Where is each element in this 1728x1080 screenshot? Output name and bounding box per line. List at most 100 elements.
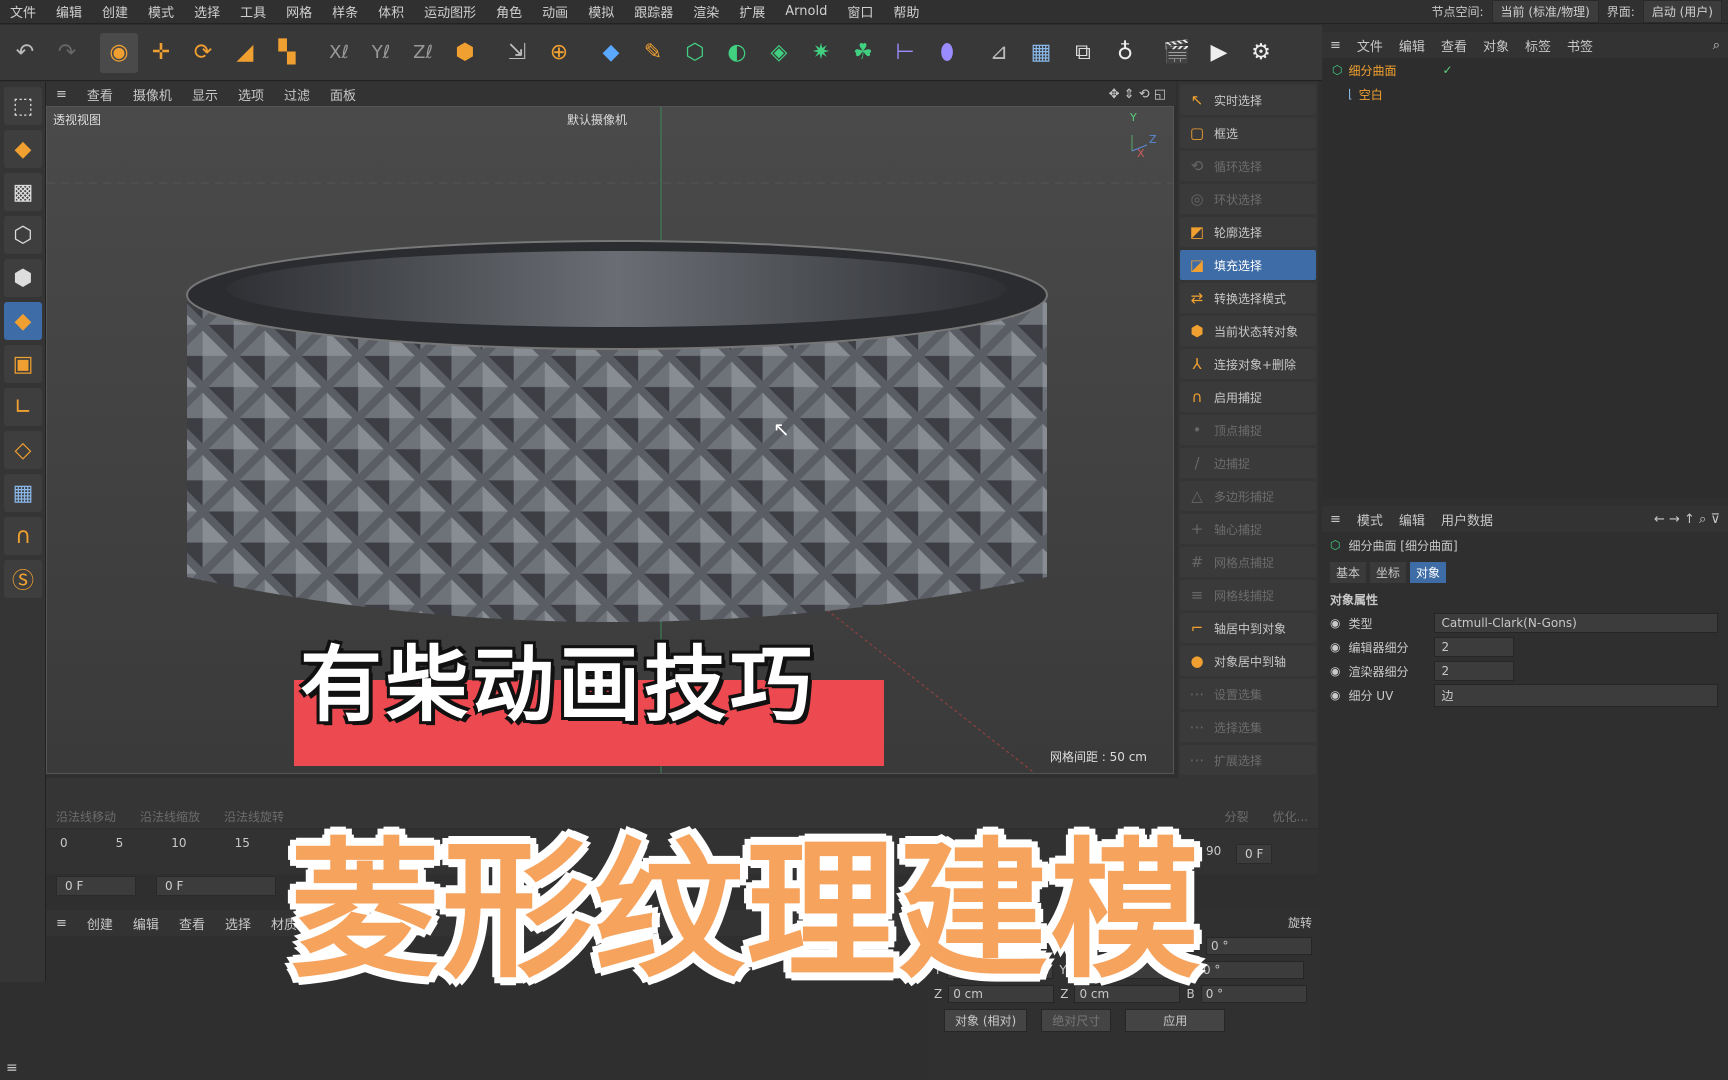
render-settings-icon[interactable]: ⚙ [1242,33,1280,73]
am-menu-edit[interactable]: 编辑 [1391,510,1433,529]
pen-icon[interactable]: ✎ [634,33,672,73]
lock-z-icon[interactable]: Zℓ [404,33,442,73]
tool-item[interactable]: ⇄ 转换选择模式 [1180,283,1316,313]
snap-tool-icon[interactable]: ⊕ [540,33,578,73]
min-frame-field[interactable]: 0 F [156,876,276,896]
mat-menu-view[interactable]: 查看 [169,914,215,933]
editor-subdiv-input[interactable]: 2 [1434,637,1515,657]
hamburger-icon[interactable]: ≡ [46,916,77,931]
radio-icon[interactable]: ◉ [1330,664,1340,678]
redo-icon[interactable]: ↷ [48,33,86,73]
om-menu-view[interactable]: 查看 [1433,36,1475,55]
menu-mesh[interactable]: 网格 [276,2,322,21]
menu-select[interactable]: 选择 [184,2,230,21]
optimize-button[interactable]: 优化... [1273,808,1308,825]
menu-edit[interactable]: 编辑 [46,2,92,21]
am-menu-userdata[interactable]: 用户数据 [1433,510,1501,529]
coordinate-system-icon[interactable]: ⬢ [446,33,484,73]
apply-button[interactable]: 应用 [1125,1008,1226,1032]
workplane-lock-icon[interactable]: ▦ [4,474,42,512]
camera-icon[interactable]: ⧉ [1064,33,1102,73]
axis-tool-icon[interactable]: ⇲ [498,33,536,73]
polygons-mode-icon[interactable]: ◆ [4,302,42,340]
viewport-menu-display[interactable]: 显示 [182,85,228,104]
sphere-icon[interactable]: ◐ [718,33,756,73]
mat-menu-create[interactable]: 创建 [77,914,123,933]
tool-item[interactable]: ▢ 框选 [1180,118,1316,148]
mograph-icon[interactable]: ✷ [802,33,840,73]
lock-y-icon[interactable]: Yℓ [362,33,400,73]
rot-h-field[interactable]: 0 ° [1206,937,1312,955]
tool-item[interactable]: ⬢ 当前状态转对象 [1180,316,1316,346]
tool-item[interactable]: ↖ 实时选择 [1180,85,1316,115]
move-along-normal-button[interactable]: 沿法线移动 [56,808,116,825]
layout-dropdown[interactable]: 启动 (用户) [1642,0,1722,23]
object-row-subdivision[interactable]: ⬡ 细分曲面 ✓ [1322,58,1728,82]
tool-item[interactable]: ◎ 环状选择 [1180,184,1316,214]
menu-window[interactable]: 窗口 [837,2,883,21]
script-icon[interactable]: Ⓢ [4,560,42,598]
hamburger-icon[interactable]: ≡ [6,1060,18,1076]
lock-x-icon[interactable]: Xℓ [320,33,358,73]
render-region-icon[interactable]: 🎬 [1158,33,1196,73]
floor-icon[interactable]: ⊿ [980,33,1018,73]
extrude-icon[interactable]: ◈ [760,33,798,73]
scale-tool-icon[interactable]: ◢ [226,33,264,73]
radio-icon[interactable]: ◉ [1330,640,1340,654]
cloner-icon[interactable]: ☘ [844,33,882,73]
start-frame-field[interactable]: 0 F [56,876,136,896]
search-icon[interactable]: ⌕ [1705,38,1728,53]
menu-simulate[interactable]: 模拟 [578,2,624,21]
grid-icon[interactable]: ▦ [1022,33,1060,73]
tab-basic[interactable]: 基本 [1330,562,1367,583]
node-space-dropdown[interactable]: 当前 (标准/物理) [1491,0,1599,23]
om-menu-tags[interactable]: 标签 [1517,36,1559,55]
rot-p-field[interactable]: 0 ° [1197,961,1304,979]
tool-item[interactable]: ∩ 启用捕捉 [1180,382,1316,412]
tool-item[interactable]: ⟲ 循环选择 [1180,151,1316,181]
hamburger-icon[interactable]: ≡ [1322,38,1349,53]
points-mode-icon[interactable]: ⬡ [4,216,42,254]
tool-item[interactable]: ≡ 网格线捕捉 [1180,580,1316,610]
viewport-nav-icons[interactable]: ✥ ⇕ ⟲ ◱ [1099,87,1176,102]
radio-icon[interactable]: ◉ [1330,688,1340,702]
hamburger-icon[interactable]: ≡ [1322,512,1349,527]
om-menu-object[interactable]: 对象 [1475,36,1517,55]
rotate-tool-icon[interactable]: ⟳ [184,33,222,73]
transform-tool-icon[interactable]: ▚ [268,33,306,73]
menu-extensions[interactable]: 扩展 [729,2,775,21]
viewport-menu-filter[interactable]: 过滤 [274,85,320,104]
rotate-along-normal-button[interactable]: 沿法线旋转 [224,808,284,825]
menu-help[interactable]: 帮助 [883,2,929,21]
viewport-menu-camera[interactable]: 摄像机 [123,85,182,104]
tool-item[interactable]: ⋯ 设置选集 [1180,679,1316,709]
mat-menu-edit[interactable]: 编辑 [123,914,169,933]
menu-volume[interactable]: 体积 [368,2,414,21]
menu-create[interactable]: 创建 [92,2,138,21]
workplane-icon[interactable]: ◇ [4,431,42,469]
tab-object[interactable]: 对象 [1410,562,1447,583]
om-menu-file[interactable]: 文件 [1349,36,1391,55]
tool-item[interactable]: / 边捕捉 [1180,448,1316,478]
subdiv-uv-dropdown[interactable]: 边 [1434,683,1718,707]
tool-item[interactable]: ⌐ 轴居中到对象 [1180,613,1316,643]
mat-menu-select[interactable]: 选择 [215,914,261,933]
check-icon[interactable]: ✓ [1443,63,1453,77]
tool-item[interactable]: ⋯ 扩展选择 [1180,745,1316,775]
menu-mograph[interactable]: 运动图形 [414,2,486,21]
magnet-icon[interactable]: ∩ [4,517,42,555]
uv-mode-icon[interactable]: ▣ [4,345,42,383]
viewport-menu-options[interactable]: 选项 [228,85,274,104]
subdivision-icon[interactable]: ⬡ [676,33,714,73]
radio-icon[interactable]: ◉ [1330,616,1340,630]
field-icon[interactable]: ⬮ [928,33,966,73]
axis-mode-icon[interactable]: ∟ [4,388,42,426]
type-dropdown[interactable]: Catmull-Clark(N-Gons) [1434,613,1718,633]
rot-b-field[interactable]: 0 ° [1200,985,1307,1003]
viewport-menu-panel[interactable]: 面板 [320,85,366,104]
size-mode-dropdown[interactable]: 绝对尺寸 [1041,1008,1112,1032]
tool-item[interactable]: ⅄ 连接对象+删除 [1180,349,1316,379]
hamburger-icon[interactable]: ≡ [46,87,77,102]
split-button[interactable]: 分裂 [1225,808,1249,825]
object-row-null[interactable]: ⌊ 空白 [1322,82,1728,106]
